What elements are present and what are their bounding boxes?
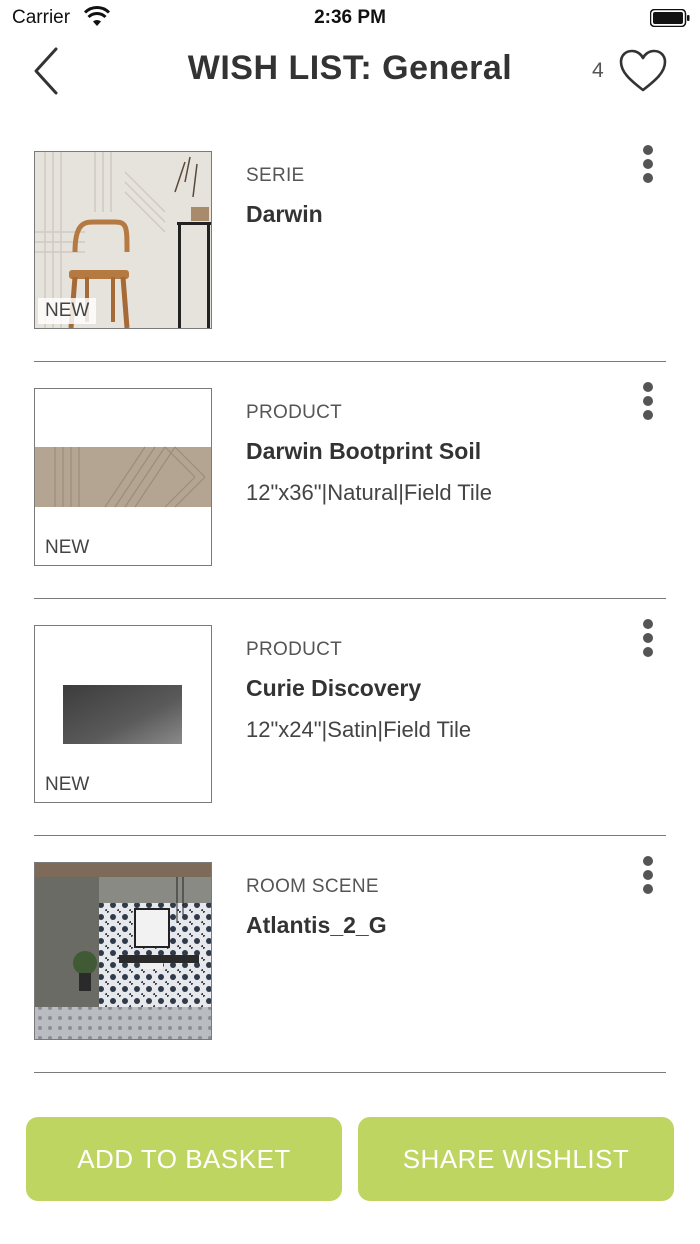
item-type-label: SERIE [246,165,305,186]
wishlist-count: 4 [592,59,604,82]
item-type-label: ROOM SCENE [246,876,379,897]
new-badge: NEW [45,774,90,795]
new-badge: NEW [38,298,97,324]
add-to-basket-button[interactable]: ADD TO BASKET [26,1117,342,1201]
item-type-label: PRODUCT [246,639,343,660]
list-item[interactable]: NEW PRODUCT Darwin Bootprint Soil 12"x36… [34,362,666,599]
header-bar: WISH LIST: General 4 [0,36,700,106]
more-options-icon[interactable] [634,617,662,661]
more-options-icon[interactable] [634,143,662,187]
more-options-icon[interactable] [634,380,662,424]
more-options-icon[interactable] [634,854,662,898]
item-name[interactable]: Darwin [246,201,323,228]
item-name[interactable]: Curie Discovery [246,675,421,702]
list-item[interactable]: ROOM SCENE Atlantis_2_G [34,836,666,1073]
list-item[interactable]: NEW PRODUCT Curie Discovery 12"x24"|Sati… [34,599,666,836]
wishlist-list: NEW SERIE Darwin NEW PRODUCT Darwin Boot… [34,125,666,1073]
item-thumbnail[interactable]: NEW [34,625,212,803]
item-spec: 12"x24"|Satin|Field Tile [246,717,472,742]
item-name[interactable]: Atlantis_2_G [246,912,387,939]
item-thumbnail[interactable]: NEW [34,388,212,566]
item-name[interactable]: Darwin Bootprint Soil [246,438,481,465]
status-time: 2:36 PM [314,7,386,28]
new-badge: NEW [45,537,90,558]
item-spec: 12"x36"|Natural|Field Tile [246,480,492,505]
item-type-label: PRODUCT [246,402,343,423]
list-item[interactable]: NEW SERIE Darwin [34,125,666,362]
bathroom-scene-image [35,863,211,1039]
heart-outline-icon[interactable] [618,48,668,94]
item-thumbnail[interactable] [34,862,212,1040]
share-wishlist-button[interactable]: SHARE WISHLIST [358,1117,674,1201]
item-thumbnail[interactable]: NEW [34,151,212,329]
battery-icon [650,9,690,27]
status-bar: Carrier 2:36 PM [0,0,700,36]
